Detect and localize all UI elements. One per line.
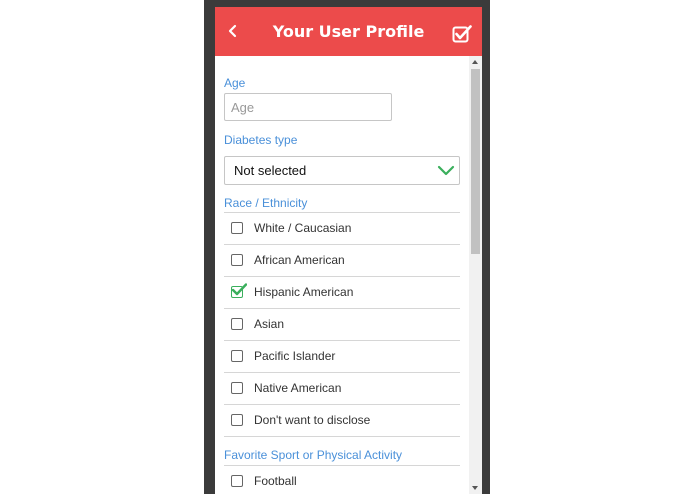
favorite-sport-label: Favorite Sport or Physical Activity xyxy=(224,448,403,462)
app-header: Your User Profile xyxy=(215,7,482,56)
back-button[interactable] xyxy=(221,19,245,43)
race-option-hispanic-american[interactable]: Hispanic American xyxy=(224,276,460,308)
save-button[interactable] xyxy=(452,24,472,44)
option-label: Native American xyxy=(254,381,342,395)
chevron-left-icon xyxy=(228,24,237,38)
checkmark-icon xyxy=(231,283,247,296)
scrollbar-thumb[interactable] xyxy=(471,69,480,254)
checkbox[interactable] xyxy=(231,254,243,266)
scrollbar[interactable] xyxy=(469,56,482,494)
race-option-white[interactable]: White / Caucasian xyxy=(224,212,460,244)
race-option-dont-disclose[interactable]: Don't want to disclose xyxy=(224,404,460,436)
option-label: Football xyxy=(254,474,297,488)
page-title: Your User Profile xyxy=(272,22,425,41)
profile-form: Age Diabetes type Not selected Race / Et… xyxy=(215,56,469,494)
checkbox[interactable] xyxy=(231,318,243,330)
option-label: White / Caucasian xyxy=(254,221,352,235)
chevron-down-icon xyxy=(437,165,455,176)
age-label: Age xyxy=(224,76,246,90)
checkbox[interactable] xyxy=(231,414,243,426)
race-option-african-american[interactable]: African American xyxy=(224,244,460,276)
sport-option-football[interactable]: Football xyxy=(224,465,460,494)
option-label: Don't want to disclose xyxy=(254,413,371,427)
app-screen: Your User Profile Age Diabetes type Not … xyxy=(215,7,482,494)
option-label: African American xyxy=(254,253,345,267)
option-label: Asian xyxy=(254,317,285,331)
option-label: Pacific Islander xyxy=(254,349,336,363)
diabetes-type-value: Not selected xyxy=(234,163,307,178)
checkbox[interactable] xyxy=(231,222,243,234)
age-input[interactable] xyxy=(224,93,392,121)
race-option-pacific-islander[interactable]: Pacific Islander xyxy=(224,340,460,372)
race-ethnicity-label: Race / Ethnicity xyxy=(224,196,308,210)
diabetes-type-select[interactable]: Not selected xyxy=(224,156,460,185)
scroll-down-arrow-icon[interactable] xyxy=(472,486,478,490)
scroll-up-arrow-icon[interactable] xyxy=(472,60,478,64)
checkbox[interactable] xyxy=(231,350,243,362)
option-label: Hispanic American xyxy=(254,285,354,299)
diabetes-type-label: Diabetes type xyxy=(224,133,298,147)
checkbox[interactable] xyxy=(231,475,243,487)
race-option-native-american[interactable]: Native American xyxy=(224,372,460,404)
race-option-asian[interactable]: Asian xyxy=(224,308,460,340)
checkbox-checked[interactable] xyxy=(231,283,247,298)
checkbox-check-icon xyxy=(452,25,472,43)
section-divider xyxy=(224,436,460,448)
checkbox[interactable] xyxy=(231,382,243,394)
